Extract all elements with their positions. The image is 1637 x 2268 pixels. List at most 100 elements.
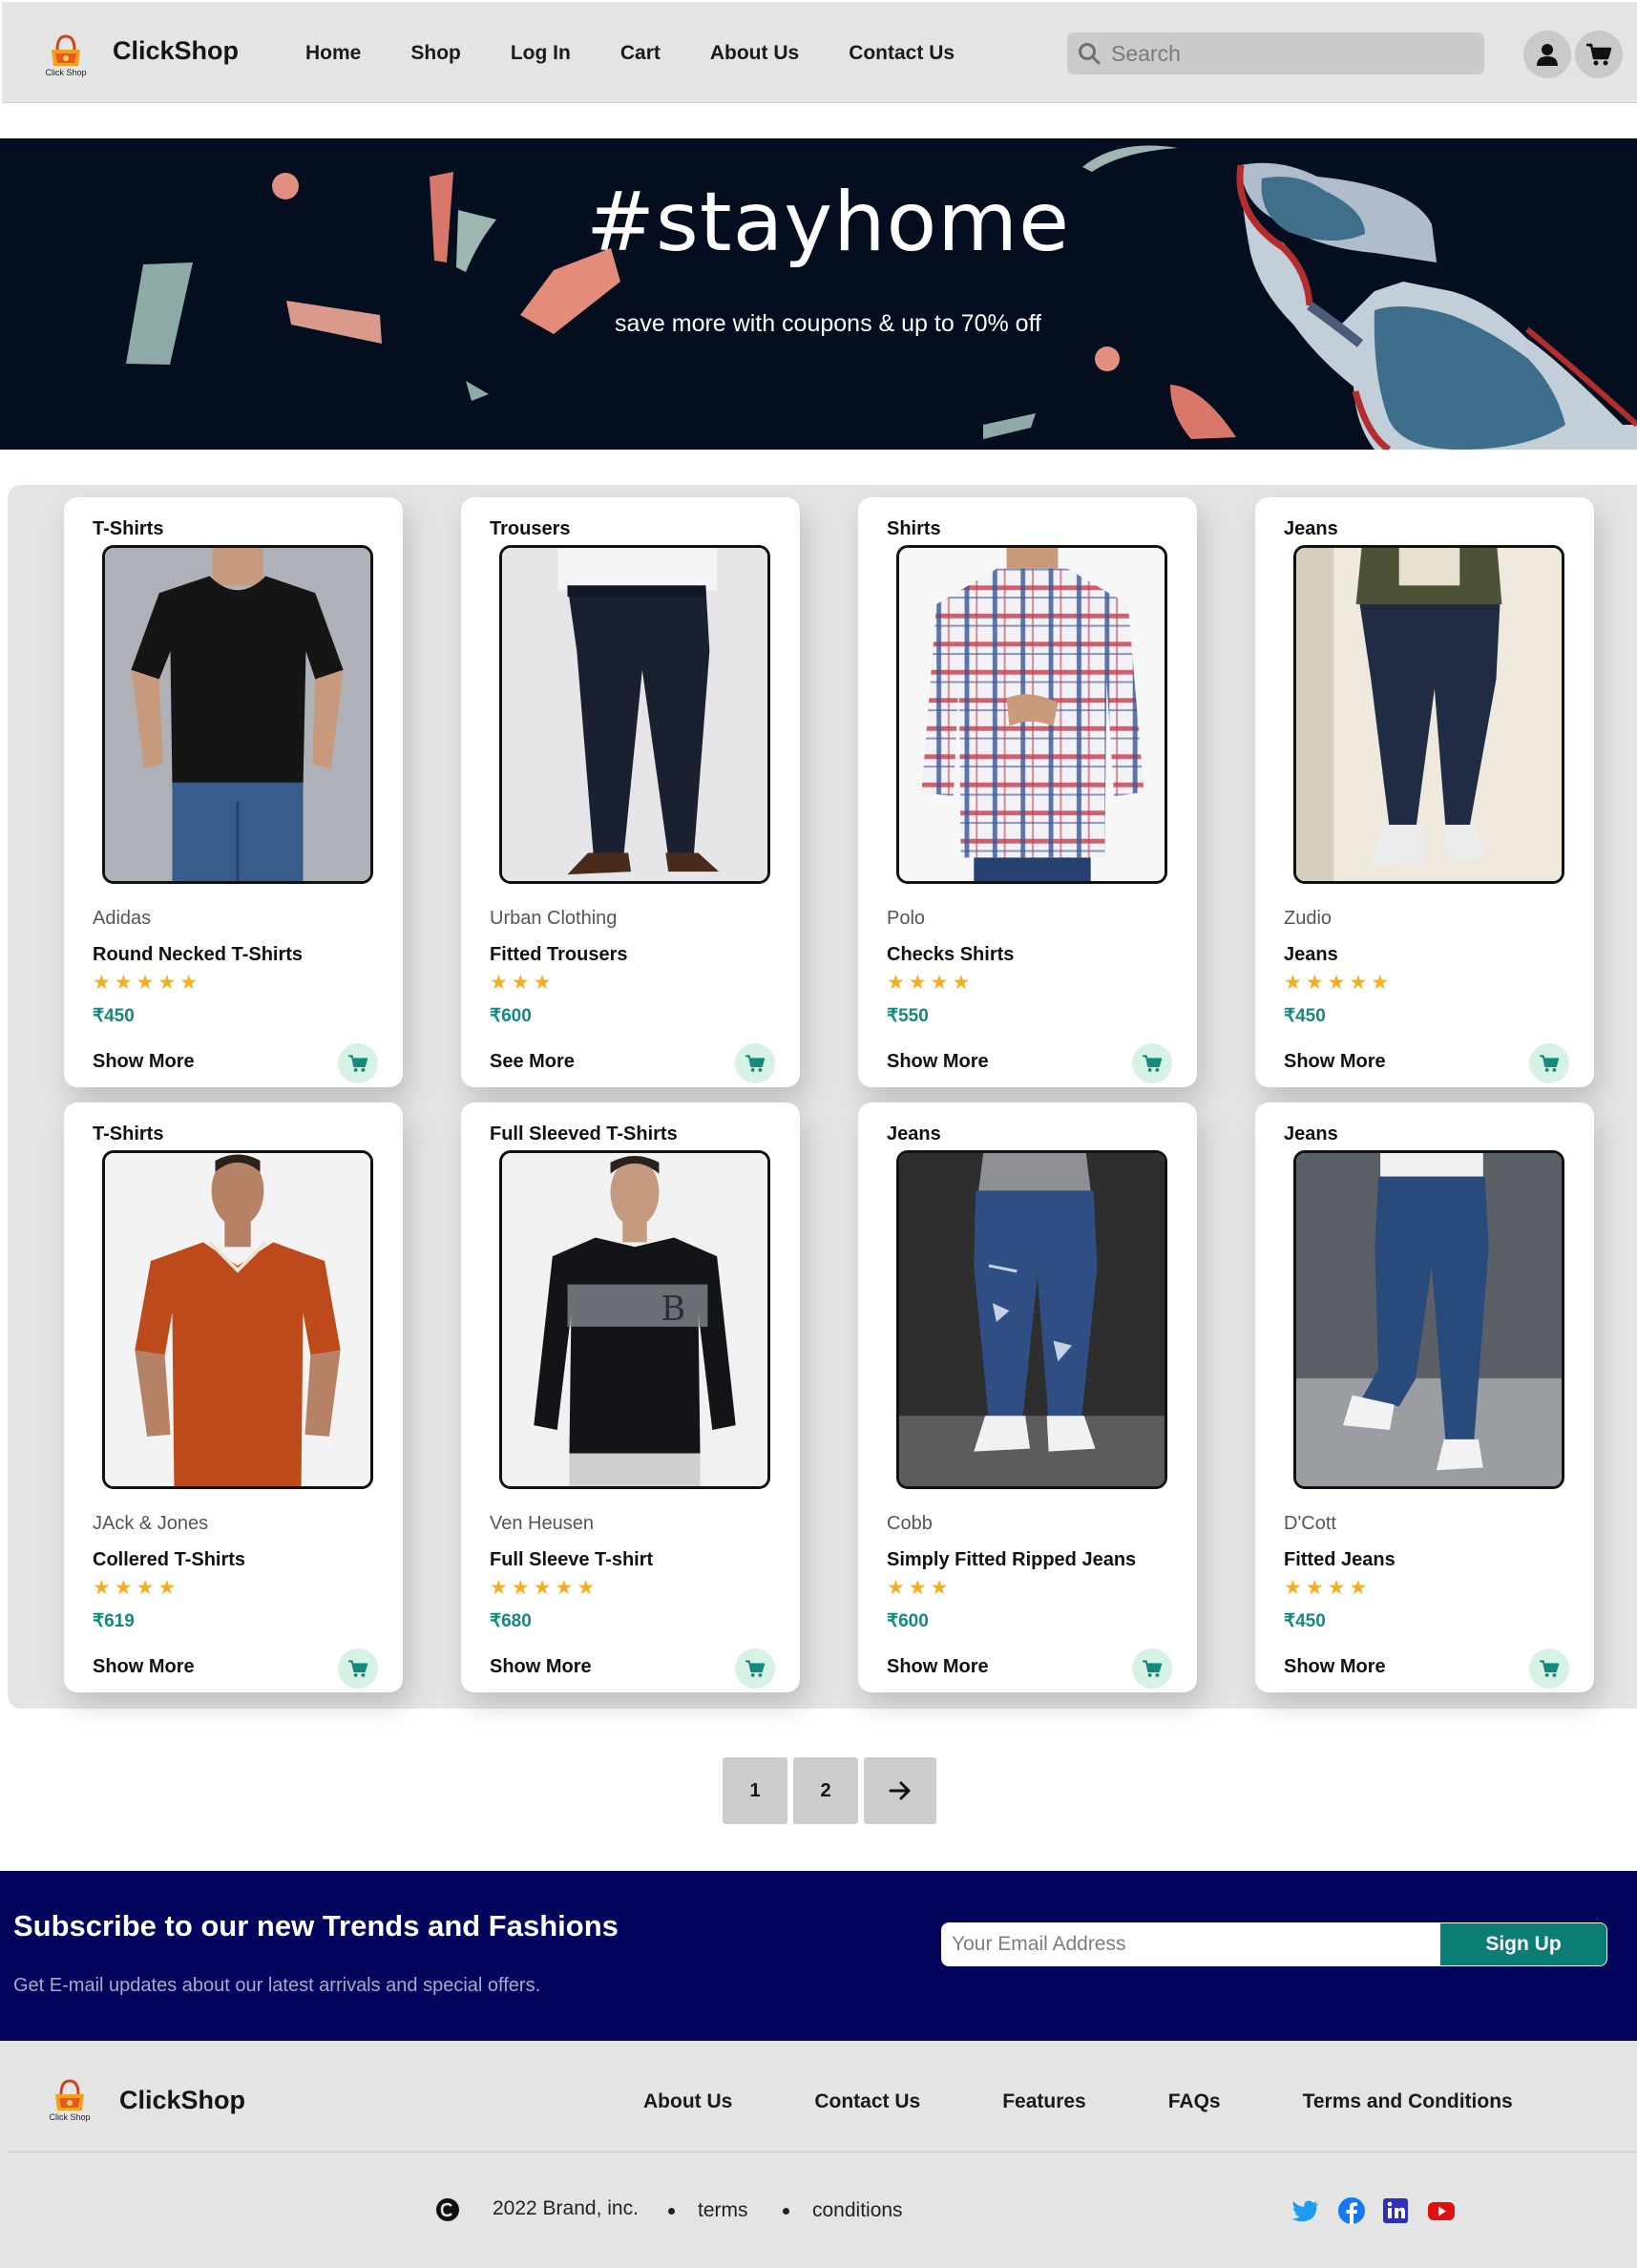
product-grid: T-Shirts Adidas Round Necked T-Shirts ★★… <box>8 485 1637 1709</box>
star-rating: ★★★★★ <box>490 1577 599 1599</box>
nav-about-us[interactable]: About Us <box>710 42 799 65</box>
product-image[interactable] <box>896 1150 1167 1489</box>
add-to-cart-button[interactable] <box>1529 1648 1569 1689</box>
account-button[interactable] <box>1523 31 1571 78</box>
product-card[interactable]: Jeans Zudio Jeans ★★★★★ ₹450 Show More <box>1255 497 1594 1087</box>
product-brand: Urban Clothing <box>490 908 618 929</box>
add-to-cart-button[interactable] <box>338 1648 378 1689</box>
product-card[interactable]: Shirts Polo Checks Shirts ★★★★ ₹550 Show… <box>858 497 1197 1087</box>
add-to-cart-button[interactable] <box>735 1043 775 1083</box>
star-rating: ★★★★ <box>1284 1577 1372 1599</box>
footer-link-faqs[interactable]: FAQs <box>1168 2090 1221 2113</box>
product-image[interactable] <box>1293 1150 1564 1489</box>
product-card[interactable]: Full Sleeved T-Shirts B Ven Heusen Full … <box>461 1102 800 1692</box>
product-card[interactable]: Trousers Urban Clothing Fitted Trousers … <box>461 497 800 1087</box>
add-to-cart-button[interactable] <box>1132 1043 1172 1083</box>
product-card[interactable]: T-Shirts JAck & Jones Collered T-Shirts … <box>64 1102 403 1692</box>
show-more-link[interactable]: Show More <box>1284 1656 1386 1678</box>
nav-contact-us[interactable]: Contact Us <box>849 42 955 65</box>
twitter-icon[interactable] <box>1291 2195 1321 2226</box>
show-more-link[interactable]: Show More <box>490 1656 592 1678</box>
linkedin-icon[interactable] <box>1380 2195 1411 2226</box>
add-to-cart-button[interactable] <box>338 1043 378 1083</box>
brand-name[interactable]: ClickShop <box>113 36 239 66</box>
footer-brand-name[interactable]: ClickShop <box>119 2086 245 2115</box>
product-image[interactable] <box>102 1150 373 1489</box>
cart-icon <box>1540 1660 1560 1677</box>
product-image[interactable] <box>499 545 770 884</box>
ripped-jeans-photo <box>899 1153 1165 1486</box>
fitted-jeans-photo <box>1296 1153 1562 1486</box>
cart-icon <box>1143 1660 1163 1677</box>
terms-link[interactable]: terms <box>698 2199 748 2222</box>
product-name: Fitted Trousers <box>490 944 628 965</box>
show-more-link[interactable]: Show More <box>887 1656 989 1678</box>
page-1-button[interactable]: 1 <box>723 1757 787 1824</box>
newsletter-section: Subscribe to our new Trends and Fashions… <box>0 1871 1637 2041</box>
black-tshirt-photo <box>105 548 370 881</box>
footer-link-features[interactable]: Features <box>1002 2090 1086 2113</box>
footer-link-about-us[interactable]: About Us <box>643 2090 732 2113</box>
product-card[interactable]: Jeans D'Cott Fitted Jeans ★★★★ ₹450 Show… <box>1255 1102 1594 1692</box>
add-to-cart-button[interactable] <box>735 1648 775 1689</box>
cart-icon <box>348 1055 368 1072</box>
nav-login[interactable]: Log In <box>511 42 571 65</box>
full-sleeve-tshirt-photo: B <box>502 1153 767 1486</box>
cart-button[interactable] <box>1575 31 1623 78</box>
hero-title: #stayhome <box>586 175 1070 270</box>
cart-icon <box>745 1660 766 1677</box>
show-more-link[interactable]: Show More <box>93 1051 195 1073</box>
add-to-cart-button[interactable] <box>1132 1648 1172 1689</box>
show-more-link[interactable]: Show More <box>1284 1051 1386 1073</box>
site-footer: Click Shop ClickShop About Us Contact Us… <box>0 2041 1637 2268</box>
hero-banner: #stayhome save more with coupons & up to… <box>0 138 1637 450</box>
cart-icon <box>745 1055 766 1072</box>
product-card[interactable]: T-Shirts Adidas Round Necked T-Shirts ★★… <box>64 497 403 1087</box>
copyright-text: 2022 Brand, inc. <box>493 2197 639 2219</box>
nav-cart[interactable]: Cart <box>620 42 661 65</box>
product-brand: D'Cott <box>1284 1513 1336 1534</box>
product-price: ₹619 <box>93 1611 135 1631</box>
nav-home[interactable]: Home <box>305 42 361 65</box>
nav-shop[interactable]: Shop <box>410 42 461 65</box>
footer-link-contact-us[interactable]: Contact Us <box>814 2090 920 2113</box>
show-more-link[interactable]: Show More <box>887 1051 989 1073</box>
facebook-icon[interactable] <box>1336 2195 1367 2226</box>
star-rating: ★★★★ <box>887 972 975 994</box>
search-input[interactable] <box>1111 40 1474 67</box>
clickshop-logo[interactable]: Click Shop <box>38 2066 101 2125</box>
separator-dot <box>668 2208 675 2215</box>
sign-up-button[interactable]: Sign Up <box>1440 1923 1606 1965</box>
product-category: Jeans <box>887 1124 941 1144</box>
star-rating: ★★★ <box>490 972 556 994</box>
product-image[interactable] <box>102 545 373 884</box>
product-category: T-Shirts <box>93 518 164 539</box>
main-nav: Home Shop Log In Cart About Us Contact U… <box>305 42 1004 65</box>
product-card[interactable]: Jeans Cobb Simply Fitted Ripped Jeans ★★… <box>858 1102 1197 1692</box>
product-brand: JAck & Jones <box>93 1513 209 1534</box>
arrow-right-icon <box>889 1781 911 1800</box>
product-category: Jeans <box>1284 518 1338 539</box>
footer-link-terms-and-conditions[interactable]: Terms and Conditions <box>1303 2090 1513 2113</box>
cart-icon <box>348 1660 368 1677</box>
add-to-cart-button[interactable] <box>1529 1043 1569 1083</box>
product-category: Shirts <box>887 518 941 539</box>
next-page-button[interactable] <box>864 1757 936 1824</box>
product-image[interactable] <box>896 545 1167 884</box>
product-name: Fitted Jeans <box>1284 1549 1396 1570</box>
product-price: ₹450 <box>1284 1611 1326 1631</box>
newsletter-form: Sign Up <box>941 1922 1607 1966</box>
copyright-icon <box>436 2198 459 2221</box>
see-more-link[interactable]: See More <box>490 1051 575 1073</box>
show-more-link[interactable]: Show More <box>93 1656 195 1678</box>
conditions-link[interactable]: conditions <box>812 2199 903 2222</box>
clickshop-logo[interactable]: Click Shop <box>34 21 97 80</box>
email-field[interactable] <box>942 1923 1440 1965</box>
product-image[interactable]: B <box>499 1150 770 1489</box>
product-name: Simply Fitted Ripped Jeans <box>887 1549 1137 1570</box>
product-brand: Polo <box>887 908 926 929</box>
youtube-icon[interactable] <box>1426 2195 1457 2226</box>
product-brand: Adidas <box>93 908 152 929</box>
product-image[interactable] <box>1293 545 1564 884</box>
page-2-button[interactable]: 2 <box>793 1757 858 1824</box>
